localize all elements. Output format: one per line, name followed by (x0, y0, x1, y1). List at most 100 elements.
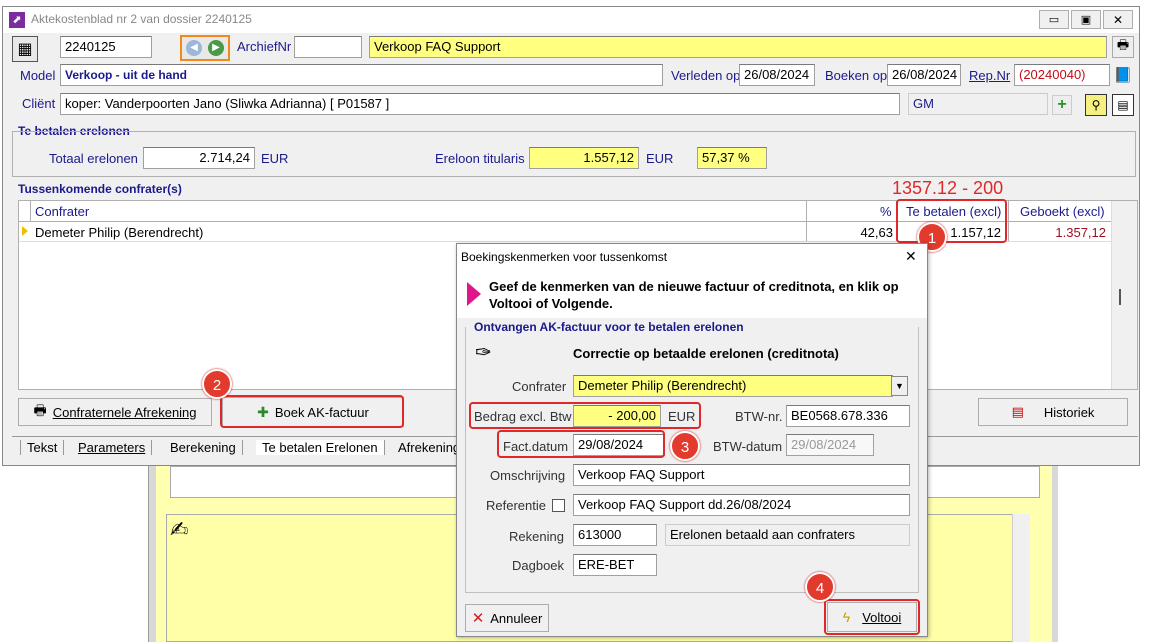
minimize-button[interactable]: ▭ (1039, 10, 1069, 29)
prev-arrow-icon[interactable]: ◀ (186, 40, 202, 56)
annuleer-label: Annuleer (490, 610, 543, 626)
cross-icon: ✕ (471, 610, 485, 627)
historiek-label: Historiek (1043, 404, 1095, 420)
totaal-unit: EUR (261, 151, 289, 166)
voltooi-button[interactable]: ϟ Voltooi (827, 602, 917, 632)
dialog-title: Boekingskenmerken voor tussenkomst (461, 250, 668, 264)
book-icon[interactable]: 📘 (1112, 65, 1134, 85)
col-header-geboekt[interactable]: Geboekt (excl) (1020, 204, 1105, 219)
dialog-title-bar: Boekingskenmerken voor tussenkomst ✕ (457, 244, 927, 270)
boeken-field[interactable]: 26/08/2024 (887, 64, 961, 86)
col-header-te-betalen[interactable]: Te betalen (excl) (906, 204, 1001, 219)
dialog-heading: Correctie op betaalde erelonen (creditno… (573, 346, 839, 361)
bedrag-label: Bedrag excl. Btw (474, 409, 572, 424)
referentie-field[interactable]: Verkoop FAQ Support dd.26/08/2024 (573, 494, 910, 516)
tab-te-betalen-erelonen[interactable]: Te betalen Erelonen (256, 440, 385, 455)
row-pct: 42,63 (860, 225, 893, 240)
historiek-button[interactable]: ▤ Historiek (978, 398, 1128, 426)
maximize-button[interactable]: ▣ (1071, 10, 1101, 29)
rep-label: Rep.Nr (969, 68, 1011, 83)
dialog-group (465, 327, 919, 593)
history-icon: ▤ (1011, 404, 1024, 419)
boek-label: Boek AK-factuur (274, 404, 369, 420)
btwnr-field[interactable]: BE0568.678.336 (786, 405, 910, 427)
percent-field: 57,37 % (697, 147, 767, 169)
add-icon[interactable]: + (1052, 95, 1072, 115)
rekening-field[interactable]: 613000 (573, 524, 657, 546)
factdatum-label: Fact.datum (503, 439, 569, 454)
dialog-instruction: Geef de kenmerken van de nieuwe factuur … (489, 279, 899, 311)
scroll-thumb[interactable] (1119, 289, 1121, 305)
titularis-label: Ereloon titularis (435, 151, 525, 166)
confraternele-afrekening-button[interactable]: 🖶 Confraternele Afrekening (18, 398, 212, 426)
referentie-checkbox[interactable] (552, 499, 565, 512)
row-geboekt: 1.357,12 (1055, 225, 1106, 240)
person-card-icon[interactable]: ▤ (1112, 94, 1134, 116)
referentie-label: Referentie (486, 498, 546, 513)
scrollbar-right[interactable] (1012, 514, 1030, 642)
nav-arrows-group: ◀ ▶ (180, 35, 230, 61)
omschrijving-label: Omschrijving (490, 468, 566, 483)
title-bar: ⬈ Aktekostenblad nr 2 van dossier 224012… (3, 7, 1139, 33)
btwdatum-field[interactable]: 29/08/2024 (786, 434, 874, 456)
printer-icon[interactable]: 🖶 (1112, 36, 1134, 58)
annuleer-button[interactable]: ✕ Annuleer (465, 604, 549, 632)
omschrijving-field[interactable]: Verkoop FAQ Support (573, 464, 910, 486)
step-badge-3: 3 (670, 431, 700, 461)
dialog: Boekingskenmerken voor tussenkomst ✕ Gee… (456, 243, 928, 637)
verleden-field[interactable]: 26/08/2024 (739, 64, 815, 86)
col-header-pct[interactable]: % (880, 204, 892, 219)
grid-vscroll[interactable] (1111, 201, 1137, 389)
dagboek-label: Dagboek (512, 558, 565, 573)
titularis-unit: EUR (646, 151, 674, 166)
row-confrater-name: Demeter Philip (Berendrecht) (35, 225, 204, 240)
model-label: Model (20, 68, 56, 83)
table-row[interactable]: Demeter Philip (Berendrecht) 42,63 1.157… (19, 222, 1111, 242)
dialog-close-icon[interactable]: ✕ (905, 248, 917, 265)
tab-tekst[interactable]: Tekst (20, 440, 65, 455)
printer-icon: 🖶 (33, 402, 47, 418)
client-field[interactable]: koper: Vanderpoorten Jano (Sliwka Adrian… (60, 93, 900, 115)
add-book-icon: ✚ (257, 403, 269, 420)
close-window-button[interactable]: ✕ (1103, 10, 1133, 29)
person-search-icon[interactable]: ⚲ (1085, 94, 1107, 116)
grid-header-spacer (19, 201, 31, 222)
client-label: Cliënt (22, 96, 56, 111)
btwnr-label: BTW-nr. (735, 409, 783, 424)
confrater-select[interactable]: Demeter Philip (Berendrecht) (573, 375, 893, 397)
dossier-number-field[interactable]: 2240125 (60, 36, 152, 58)
arrow-marker-icon (467, 282, 481, 306)
dagboek-field[interactable]: ERE-BET (573, 554, 657, 576)
afrekening-label: Confraternele Afrekening (52, 404, 197, 420)
totaal-field: 2.714,24 (143, 147, 255, 169)
chevron-down-icon[interactable]: ▼ (891, 376, 908, 396)
annotation-text: 1357.12 - 200 (892, 178, 1004, 198)
titularis-field: 1.557,12 (529, 147, 639, 169)
totaal-label: Totaal erelonen (49, 151, 138, 166)
subject-field[interactable]: Verkoop FAQ Support (369, 36, 1107, 58)
app-icon: ⬈ (9, 12, 25, 28)
rekening-description: Erelonen betaald aan confraters (665, 524, 910, 546)
rekening-label: Rekening (509, 529, 564, 544)
model-field[interactable]: Verkoop - uit de hand (60, 64, 663, 86)
lightning-icon: ϟ (842, 609, 851, 625)
tab-berekening[interactable]: Berekening (164, 440, 243, 455)
boeken-label: Boeken op (825, 68, 888, 83)
factdatum-field[interactable]: 29/08/2024 (573, 434, 665, 456)
window-title: Aktekostenblad nr 2 van dossier 2240125 (31, 12, 252, 26)
calculator-icon[interactable]: ▦ (12, 36, 38, 62)
step-badge-4: 4 (805, 572, 835, 602)
col-header-confrater[interactable]: Confrater (35, 204, 89, 219)
confraters-section-title: Tussenkomende confrater(s) (18, 182, 182, 196)
rep-field[interactable]: (20240040) (1014, 64, 1110, 86)
gm-field[interactable]: GM (908, 93, 1048, 115)
boek-ak-factuur-button[interactable]: ✚ Boek AK-factuur (222, 397, 404, 427)
bedrag-field[interactable]: - 200,00 (573, 405, 661, 427)
btwdatum-label: BTW-datum (713, 439, 783, 454)
archief-field[interactable] (294, 36, 362, 58)
voltooi-label: Voltooi (862, 609, 902, 625)
tab-parameters[interactable]: Parameters (72, 440, 153, 455)
next-arrow-icon[interactable]: ▶ (208, 40, 224, 56)
stamp-icon: ✑ (475, 342, 492, 364)
pen-paper-icon: ✍ (170, 517, 189, 542)
